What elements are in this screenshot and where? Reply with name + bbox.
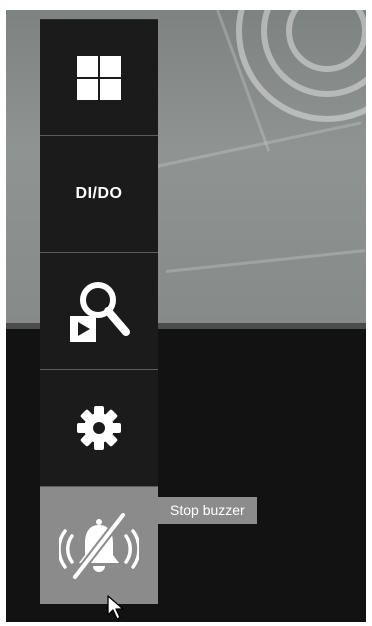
mouse-pointer-icon bbox=[107, 595, 124, 620]
stop-buzzer-button[interactable] bbox=[40, 487, 158, 604]
muted-alarm-bell-icon bbox=[59, 510, 139, 581]
search-playback-icon bbox=[70, 282, 130, 342]
settings-button[interactable] bbox=[40, 370, 158, 487]
search-playback-button[interactable] bbox=[40, 253, 158, 370]
stop-buzzer-tooltip: Stop buzzer bbox=[158, 497, 257, 524]
gear-icon bbox=[77, 406, 121, 450]
side-toolbar: DI/DO bbox=[40, 19, 158, 613]
dido-label: DI/DO bbox=[75, 185, 123, 202]
grid-layout-icon bbox=[77, 55, 121, 100]
layout-button[interactable] bbox=[40, 19, 158, 136]
dido-button[interactable]: DI/DO bbox=[40, 136, 158, 253]
